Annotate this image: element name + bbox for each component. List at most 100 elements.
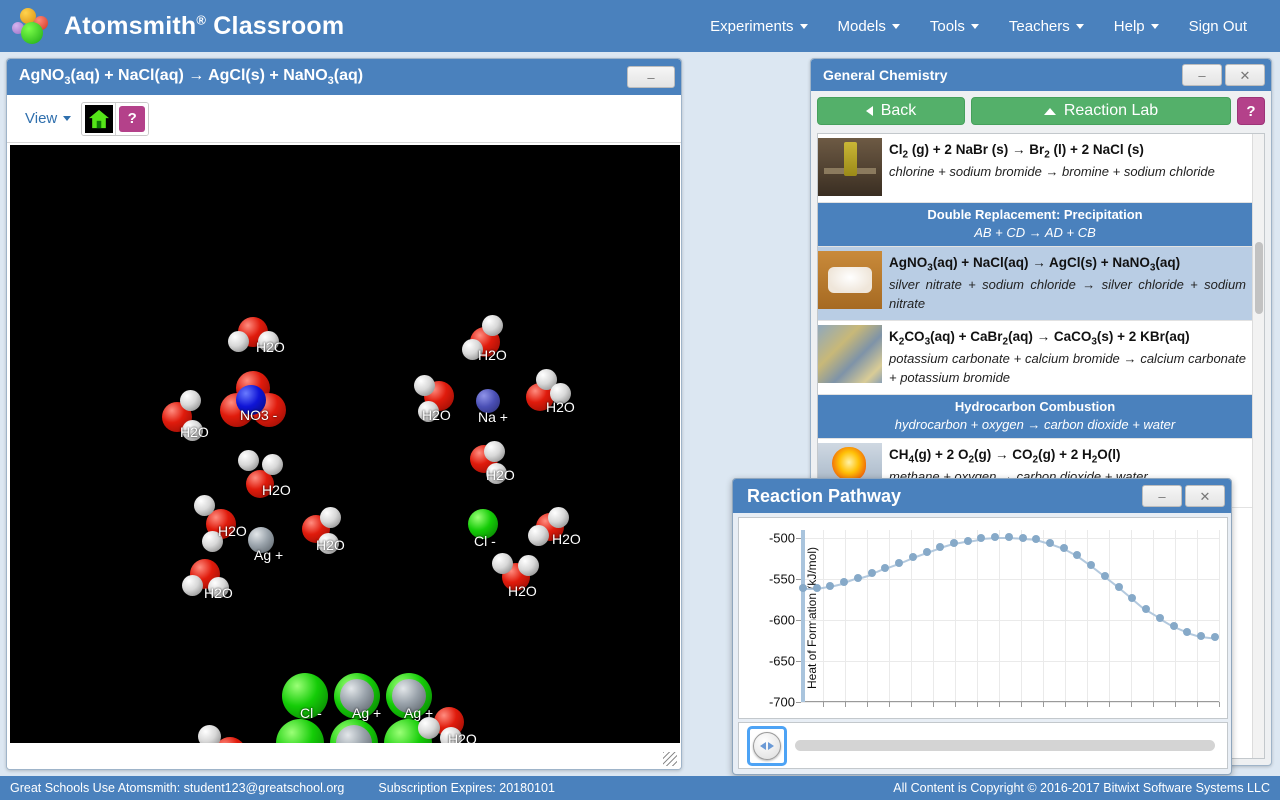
list-item[interactable]: Cl2 (g) + 2 NaBr (s) → Br2 (l) + 2 NaCl … — [818, 134, 1252, 203]
chart-tick-mark — [977, 702, 978, 707]
chevron-down-icon — [1075, 23, 1084, 29]
footer-subscription: Subscription Expires: 20180101 — [378, 781, 555, 795]
view-menu[interactable]: View — [17, 110, 72, 127]
pathway-slider-track[interactable] — [795, 740, 1215, 751]
reaction-pathway-chart: Heat of Formation (kJ/mol) -500 -550 -600-… — [738, 517, 1228, 719]
molecule-viewer-window: AgNO3(aq) + NaCl(aq) → AgCl(s) + NaNO3(a… — [6, 58, 682, 770]
chart-x-axis-line — [801, 701, 1219, 702]
chart-tick-mark — [845, 702, 846, 707]
resize-handle[interactable] — [663, 752, 677, 766]
chart-data-point — [881, 563, 890, 572]
pathway-slider-handle[interactable] — [747, 725, 787, 766]
brand-suffix: Classroom — [213, 11, 345, 40]
precipitate-thumbnail — [818, 251, 882, 309]
menu-experiments[interactable]: Experiments — [695, 12, 822, 41]
home-button[interactable] — [82, 102, 116, 135]
reaction-equation: AgNO3(aq) + NaCl(aq) → AgCl(s) + NaNO3(a… — [889, 255, 1181, 274]
chart-tick-mark — [933, 702, 934, 707]
chart-data-point — [853, 573, 862, 582]
chart-gridline — [999, 530, 1000, 702]
chart-tick-mark — [1131, 702, 1132, 707]
menu-help-label: Help — [1113, 17, 1145, 35]
chart-y-tick-label: -700 — [768, 694, 795, 710]
chart-data-point — [1004, 533, 1013, 542]
menu-tools-label: Tools — [929, 17, 965, 35]
reaction-pathway-titlebar: Reaction Pathway – ✕ — [733, 479, 1231, 513]
chart-gridline — [1131, 530, 1132, 702]
minimize-button[interactable]: – — [1182, 64, 1222, 86]
minimize-button[interactable]: – — [627, 66, 675, 88]
minimize-button[interactable]: – — [1142, 485, 1182, 507]
chart-data-point — [1046, 539, 1055, 548]
chart-data-point — [867, 569, 876, 578]
chart-tick-mark — [1109, 702, 1110, 707]
chart-data-point — [1059, 544, 1068, 553]
chart-gridline — [1197, 530, 1198, 702]
reaction-lab-button[interactable]: Reaction Lab — [971, 97, 1231, 125]
chart-gridline — [1109, 530, 1110, 702]
chart-y-tick-label: -550 — [768, 571, 795, 587]
footer-copyright: All Content is Copyright © 2016-2017 Bit… — [893, 781, 1270, 795]
brand-name: Atomsmith — [64, 11, 197, 40]
reaction-pathway-window-controls: – ✕ — [1142, 485, 1225, 507]
chart-plot-area — [796, 530, 1220, 707]
menu-models-label: Models — [837, 17, 886, 35]
menu-teachers[interactable]: Teachers — [994, 12, 1099, 41]
molecule-window-title: AgNO3(aq) + NaCl(aq) → AgCl(s) + NaNO3(a… — [19, 66, 364, 88]
chart-data-point — [895, 558, 904, 567]
menu-help[interactable]: Help — [1099, 12, 1174, 41]
scrollbar-thumb[interactable] — [1255, 242, 1263, 314]
reaction-list-scrollbar[interactable] — [1252, 134, 1264, 758]
list-item[interactable]: K2CO3(aq) + CaBr2(aq) → CaCO3(s) + 2 KBr… — [818, 320, 1252, 395]
chart-tick-mark — [867, 702, 868, 707]
main-menu: Experiments Models Tools Teachers Help S… — [695, 12, 1280, 41]
top-navigation-bar: Atomsmith® Classroom Experiments Models … — [0, 0, 1280, 52]
chart-gridline — [867, 530, 868, 702]
question-mark-icon: ? — [119, 105, 146, 132]
chart-data-point — [949, 539, 958, 548]
chart-data-point — [963, 536, 972, 545]
reaction-category-header: Hydrocarbon Combustion hydrocarbon + oxy… — [818, 394, 1252, 439]
chevron-down-icon — [799, 23, 808, 29]
chart-gridline — [977, 530, 978, 702]
chart-data-point — [826, 581, 835, 590]
chevron-up-icon — [1043, 107, 1056, 115]
chart-gridline — [801, 661, 1219, 663]
menu-models[interactable]: Models — [823, 12, 915, 41]
chart-gridline — [1219, 530, 1220, 702]
list-item[interactable]: AgNO3(aq) + NaCl(aq) → AgCl(s) + NaNO3(a… — [818, 247, 1252, 321]
reaction-pathway-title: Reaction Pathway — [747, 485, 902, 506]
general-chemistry-help-button[interactable]: ? — [1237, 97, 1265, 125]
chart-tick-mark — [1087, 702, 1088, 707]
chart-y-ticks: -500 -550 -600 -650 -700 — [755, 518, 799, 718]
menu-tools[interactable]: Tools — [915, 12, 994, 41]
chart-gridline — [1087, 530, 1088, 702]
menu-teachers-label: Teachers — [1008, 17, 1070, 35]
chart-gridline — [1065, 530, 1066, 702]
chart-tick-mark — [1175, 702, 1176, 707]
chart-tick-mark — [911, 702, 912, 707]
category-title: Double Replacement: Precipitation — [927, 207, 1143, 222]
menu-sign-out[interactable]: Sign Out — [1174, 12, 1262, 41]
back-button[interactable]: Back — [817, 97, 965, 125]
close-button[interactable]: ✕ — [1225, 64, 1265, 86]
chart-data-point — [991, 533, 1000, 542]
chart-tick-mark — [823, 702, 824, 707]
close-button[interactable]: ✕ — [1185, 485, 1225, 507]
molecule-help-button[interactable]: ? — [115, 102, 149, 135]
chart-data-point — [1032, 535, 1041, 543]
general-chemistry-title: General Chemistry — [823, 67, 948, 83]
molecule-3d-viewport[interactable]: H2O NO3 - H2O H2O H2O Ag + H2O H2O H2O H… — [10, 145, 680, 745]
view-menu-label: View — [25, 110, 58, 127]
chart-data-point — [1128, 593, 1137, 602]
molecule-window-footer — [7, 743, 681, 769]
reaction-lab-label: Reaction Lab — [1063, 102, 1159, 119]
menu-experiments-label: Experiments — [710, 17, 794, 35]
chart-gridline — [845, 530, 846, 702]
chart-data-point — [1197, 631, 1205, 640]
chart-data-point — [1183, 627, 1192, 636]
chart-data-point — [1087, 561, 1096, 570]
chart-gridline — [823, 530, 824, 702]
chart-data-point — [840, 578, 849, 587]
chart-data-point — [1210, 633, 1219, 642]
